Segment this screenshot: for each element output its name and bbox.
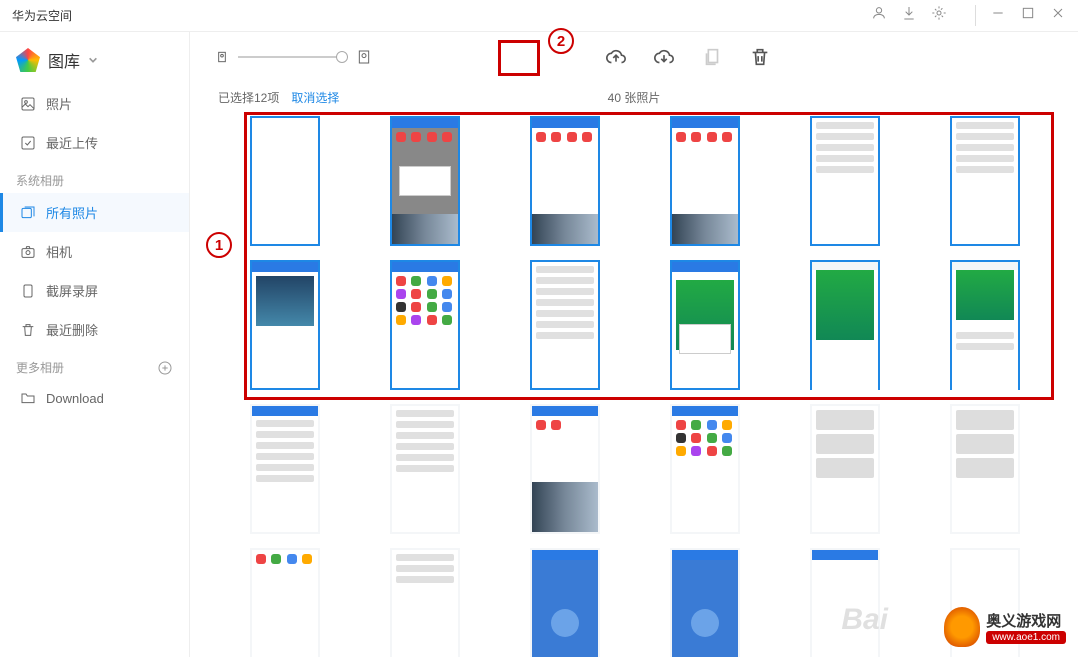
titlebar: 华为云空间 (0, 0, 1078, 32)
cloud-download-icon (653, 46, 675, 68)
sidebar-heading-label: 图库 (48, 48, 80, 72)
status-bar: 已选择12项 取消选择 40 张照片 (190, 82, 1078, 112)
thumb[interactable] (810, 404, 880, 534)
watermark-name: 奥义游戏网 (986, 610, 1066, 631)
sidebar-item-label: Download (46, 391, 104, 406)
camera-icon (20, 244, 36, 260)
sidebar-item-label: 最近上传 (46, 133, 98, 152)
cancel-selection-link[interactable]: 取消选择 (291, 89, 339, 106)
gallery-logo-icon (16, 48, 40, 72)
sidebar-item-label: 照片 (46, 94, 72, 113)
annotation-marker-1: 1 (206, 232, 232, 258)
zoom-thumb[interactable] (336, 51, 348, 63)
thumb[interactable] (670, 404, 740, 534)
plus-circle-icon[interactable] (157, 360, 173, 376)
trash-icon (20, 322, 36, 338)
zoom-track[interactable] (238, 56, 348, 58)
total-count: 40 张照片 (608, 89, 661, 106)
copy-button[interactable] (698, 43, 726, 71)
sidebar-item-all-photos[interactable]: 所有照片 (0, 193, 189, 232)
sidebar-item-photos[interactable]: 照片 (0, 84, 189, 123)
sidebar-item-label: 最近删除 (46, 320, 98, 339)
delete-button[interactable] (746, 43, 774, 71)
thumb[interactable] (670, 548, 740, 657)
selected-count: 已选择12项 (218, 89, 279, 106)
sidebar-item-label: 相机 (46, 242, 72, 261)
folder-icon (20, 390, 36, 406)
user-avatar-icon[interactable] (871, 5, 887, 26)
sidebar: 图库 照片 最近上传 系统相册 所有照片 相机 截屏录屏 最近删除 (0, 32, 190, 657)
close-button[interactable] (1050, 5, 1066, 26)
minimize-button[interactable] (990, 5, 1006, 26)
app-title: 华为云空间 (12, 7, 871, 24)
upload-button[interactable] (602, 43, 630, 71)
screenshot-icon (20, 283, 36, 299)
thumb[interactable] (250, 404, 320, 534)
thumb[interactable] (390, 404, 460, 534)
settings-icon[interactable] (931, 5, 947, 26)
thumb[interactable] (250, 548, 320, 657)
sidebar-section-more: 更多相册 (0, 349, 189, 380)
copy-icon (701, 46, 723, 68)
zoom-slider[interactable] (214, 49, 372, 65)
delete-icon (749, 46, 771, 68)
sidebar-item-download[interactable]: Download (0, 380, 189, 416)
download-icon[interactable] (901, 5, 917, 26)
sidebar-item-recent-upload[interactable]: 最近上传 (0, 123, 189, 162)
sidebar-section-system: 系统相册 (0, 162, 189, 193)
large-thumb-icon (356, 49, 372, 65)
download-button[interactable] (650, 43, 678, 71)
sidebar-heading[interactable]: 图库 (0, 44, 189, 84)
recent-icon (20, 135, 36, 151)
thumb[interactable] (530, 404, 600, 534)
cloud-upload-icon (605, 46, 627, 68)
thumb[interactable] (390, 548, 460, 657)
toolbar (190, 32, 1078, 82)
chevron-down-icon (88, 55, 98, 65)
watermark: 奥义游戏网 www.aoe1.com (944, 607, 1066, 647)
sidebar-item-screenshots[interactable]: 截屏录屏 (0, 271, 189, 310)
annotation-marker-2: 2 (548, 28, 574, 54)
sidebar-item-trash[interactable]: 最近删除 (0, 310, 189, 349)
sidebar-item-label: 所有照片 (46, 203, 98, 222)
photo-icon (20, 96, 36, 112)
sidebar-item-camera[interactable]: 相机 (0, 232, 189, 271)
thumb[interactable] (530, 548, 600, 657)
annotation-box-1 (244, 112, 1054, 400)
watermark-bai: Bai (841, 603, 888, 637)
all-photos-icon (20, 205, 36, 221)
watermark-logo-icon (944, 607, 980, 647)
sidebar-item-label: 截屏录屏 (46, 281, 98, 300)
thumb[interactable] (950, 404, 1020, 534)
maximize-button[interactable] (1020, 5, 1036, 26)
annotation-box-2 (498, 40, 540, 76)
watermark-url: www.aoe1.com (986, 631, 1066, 644)
small-thumb-icon (214, 49, 230, 65)
